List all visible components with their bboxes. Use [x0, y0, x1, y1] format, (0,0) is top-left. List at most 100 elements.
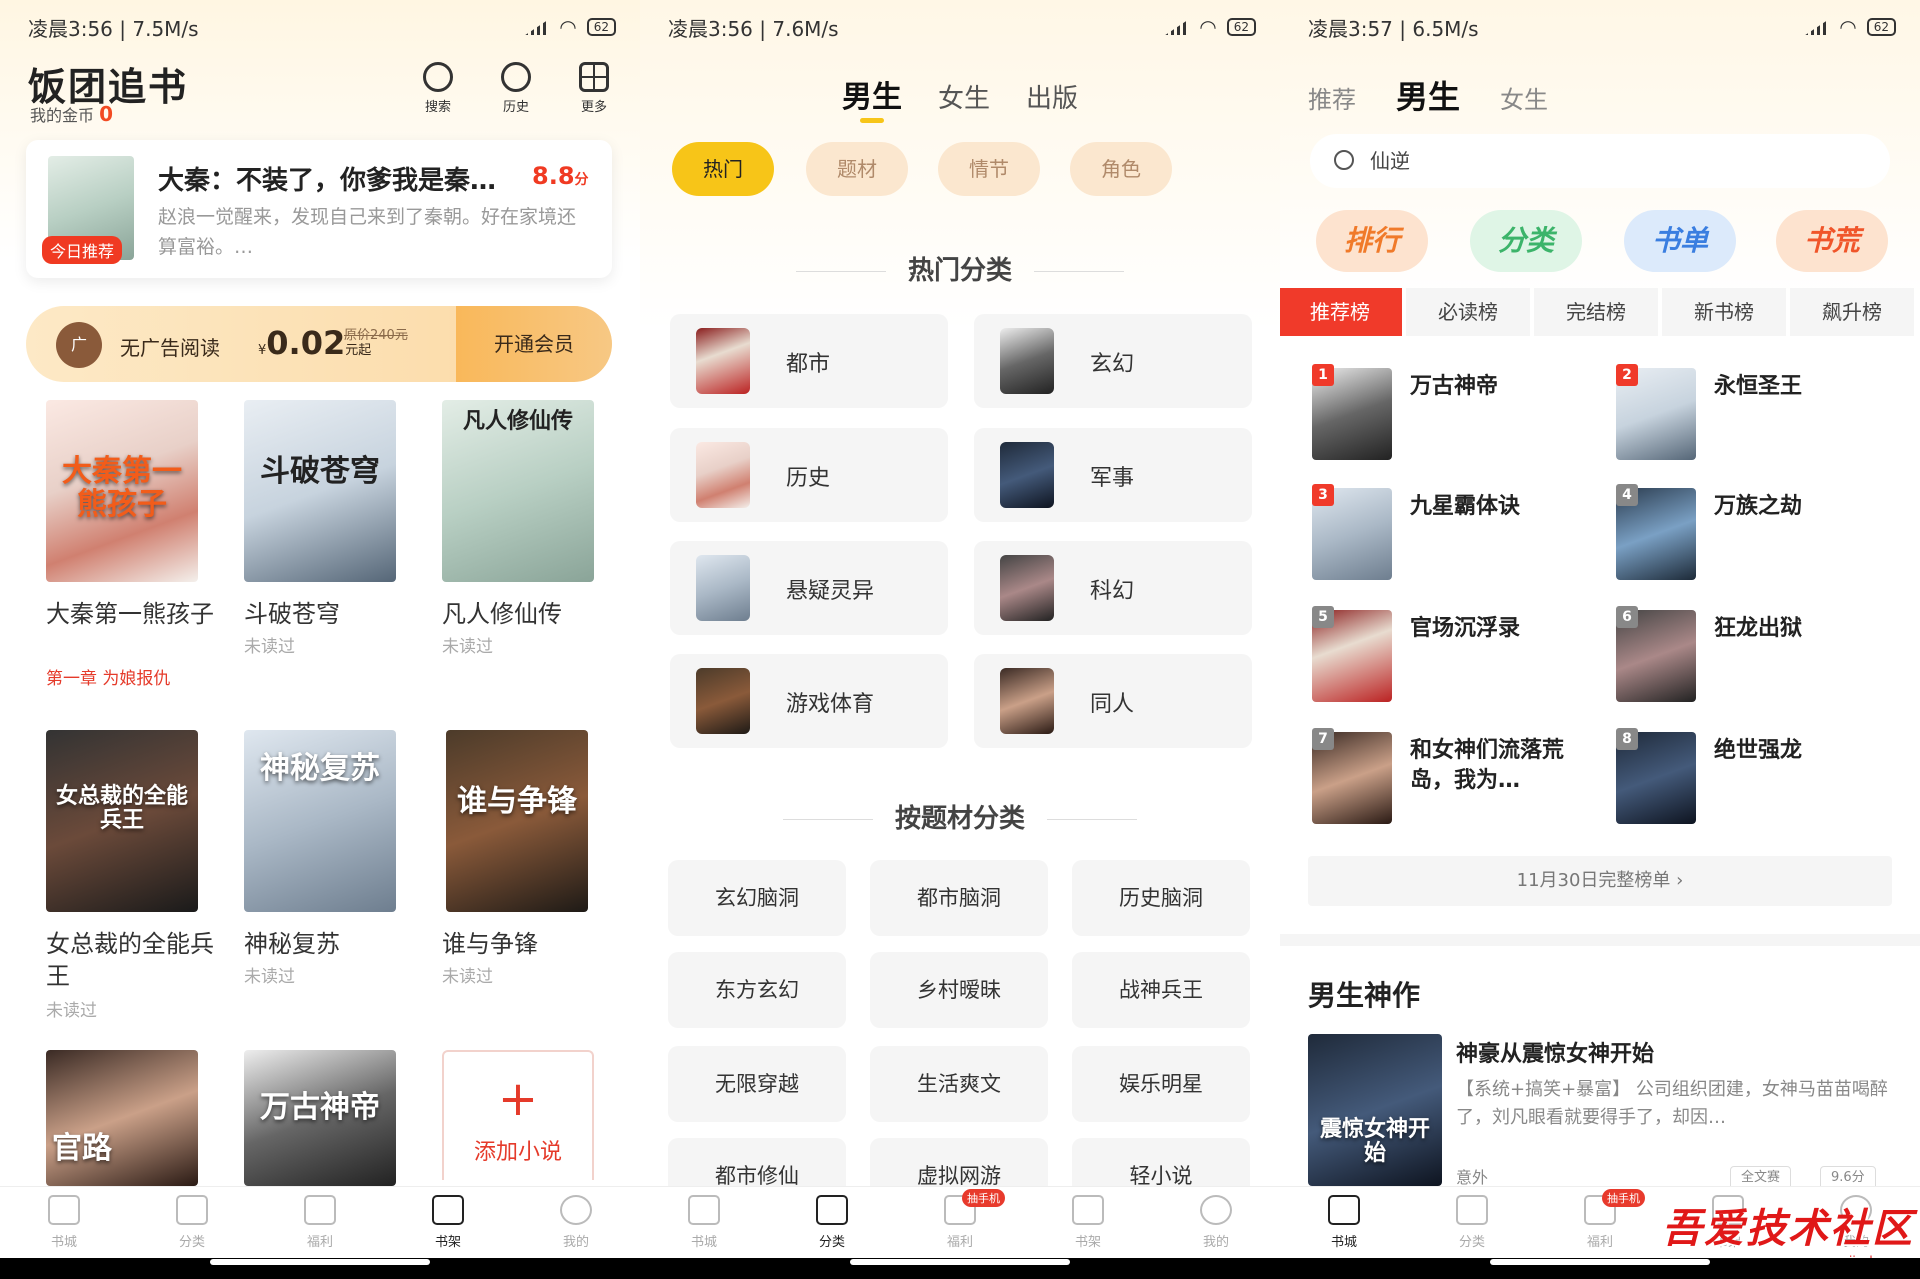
category-item[interactable]: 军事 — [974, 428, 1252, 522]
grid-icon — [1456, 1195, 1488, 1225]
filter-plot[interactable]: 情节 — [938, 142, 1040, 196]
quick-category[interactable]: 分类 — [1470, 210, 1582, 272]
masterpiece-title[interactable]: 神豪从震惊女神开始 — [1456, 1036, 1654, 1068]
rank-item[interactable]: 3 九星霸体诀 — [1312, 484, 1612, 588]
quick-rank[interactable]: 排行 — [1316, 210, 1428, 272]
rank-tab-finished[interactable]: 完结榜 — [1534, 288, 1658, 336]
signal-icon — [525, 19, 550, 35]
tab-male[interactable]: 男生 — [842, 80, 902, 115]
full-rank-list-link[interactable]: 11月30日完整榜单 › — [1308, 856, 1892, 906]
topic-chip[interactable]: 生活爽文 — [870, 1046, 1048, 1122]
topic-chip[interactable]: 无限穿越 — [668, 1046, 846, 1122]
tab-publish[interactable]: 出版 — [1026, 84, 1078, 114]
rank-tab-recommend[interactable]: 推荐榜 — [1280, 288, 1402, 336]
topic-chip[interactable]: 玄幻脑洞 — [668, 860, 846, 936]
history-button[interactable]: 历史 — [492, 62, 540, 115]
rank-tab-rising[interactable]: 飙升榜 — [1790, 288, 1914, 336]
rank-item[interactable]: 2 永恒圣王 — [1616, 364, 1916, 468]
filter-topic[interactable]: 题材 — [806, 142, 908, 196]
daily-recommend-card[interactable]: 今日推荐 大秦：不装了，你爹我是秦… 8.8分 赵浪一觉醒来，发现自己来到了秦朝… — [26, 140, 612, 278]
shelf-book-title[interactable]: 斗破苍穹 — [244, 598, 414, 630]
shelf-book-cover[interactable]: 斗破苍穹 — [244, 400, 396, 582]
shelf-book-cover[interactable]: 女总裁的全能兵王 — [46, 730, 198, 912]
shelf-book-progress: 未读过 — [46, 1001, 97, 1021]
nav-category[interactable]: 分类 — [1408, 1187, 1536, 1258]
rank-tab-new[interactable]: 新书榜 — [1662, 288, 1786, 336]
open-vip-button[interactable]: 开通会员 — [456, 306, 612, 382]
rank-item[interactable]: 4 万族之劫 — [1616, 484, 1916, 588]
search-input[interactable]: 仙逆 — [1310, 134, 1890, 188]
tab-female[interactable]: 女生 — [938, 84, 990, 114]
rank-tab-must-read[interactable]: 必读榜 — [1406, 288, 1530, 336]
nav-label: 分类 — [1458, 1235, 1485, 1250]
home-indicator[interactable] — [210, 1259, 430, 1265]
nav-welfare[interactable]: 福利 抽手机 — [896, 1187, 1024, 1258]
nav-bookshelf[interactable]: 书架 — [384, 1187, 512, 1258]
topic-chip[interactable]: 都市脑洞 — [870, 860, 1048, 936]
category-item[interactable]: 玄幻 — [974, 314, 1252, 408]
rank-item[interactable]: 7 和女神们流落荒岛，我为… — [1312, 728, 1612, 832]
shelf-book-title[interactable]: 大秦第一熊孩子 — [46, 598, 216, 630]
topic-chip[interactable]: 战神兵王 — [1072, 952, 1250, 1028]
tab-recommend[interactable]: 推荐 — [1308, 86, 1356, 114]
nav-label: 分类 — [178, 1235, 205, 1250]
masterpiece-cover[interactable]: 震惊女神开始 — [1308, 1034, 1442, 1186]
coin-balance[interactable]: 我的金币 0 — [30, 102, 113, 126]
category-item[interactable]: 历史 — [670, 428, 948, 522]
nav-mine[interactable]: 我的 — [512, 1187, 640, 1258]
nav-bookstore[interactable]: 书城 — [640, 1187, 768, 1258]
tab-female[interactable]: 女生 — [1500, 86, 1548, 114]
shelf-book-title[interactable]: 神秘复苏 — [244, 928, 414, 960]
shelf-book-cover[interactable]: 凡人修仙传 — [442, 400, 594, 582]
filter-role[interactable]: 角色 — [1070, 142, 1172, 196]
add-novel-button[interactable]: + 添加小说 — [442, 1050, 594, 1180]
tab-male[interactable]: 男生 — [1396, 78, 1460, 116]
quick-book-famine[interactable]: 书荒 — [1776, 210, 1888, 272]
nav-bookshelf[interactable]: 书架 — [1024, 1187, 1152, 1258]
category-item[interactable]: 科幻 — [974, 541, 1252, 635]
category-item[interactable]: 游戏体育 — [670, 654, 948, 748]
category-label: 游戏体育 — [786, 692, 875, 717]
clock-icon — [501, 62, 531, 92]
topic-chip[interactable]: 东方玄幻 — [668, 952, 846, 1028]
shelf-book-cover[interactable]: 神秘复苏 — [244, 730, 396, 912]
topic-category-header: 按题材分类 — [640, 798, 1280, 835]
cover-text: 大秦第一熊孩子 — [62, 453, 182, 522]
rank-item[interactable]: 6 狂龙出狱 — [1616, 606, 1916, 710]
filter-hot[interactable]: 热门 — [672, 142, 774, 196]
home-indicator[interactable] — [850, 1259, 1070, 1265]
rank-item[interactable]: 5 官场沉浮录 — [1312, 606, 1612, 710]
rank-item[interactable]: 8 绝世强龙 — [1616, 728, 1916, 832]
plus-icon: + — [497, 1071, 539, 1127]
topic-chip[interactable]: 娱乐明星 — [1072, 1046, 1250, 1122]
shelf-book-cover[interactable]: 谁与争锋 — [446, 730, 588, 912]
shelf-book-title[interactable]: 女总裁的全能兵王 — [46, 928, 216, 992]
nav-welfare[interactable]: 福利 抽手机 — [1536, 1187, 1664, 1258]
topic-chip[interactable]: 乡村暧昧 — [870, 952, 1048, 1028]
shelf-book-title[interactable]: 谁与争锋 — [442, 928, 612, 960]
category-item[interactable]: 悬疑灵异 — [670, 541, 948, 635]
shelf-book-title[interactable]: 凡人修仙传 — [442, 598, 612, 630]
topic-chip[interactable]: 历史脑洞 — [1072, 860, 1250, 936]
nav-bookstore[interactable]: 书城 — [0, 1187, 128, 1258]
more-button[interactable]: 更多 — [570, 62, 618, 115]
category-item[interactable]: 同人 — [974, 654, 1252, 748]
nav-welfare[interactable]: 福利 — [256, 1187, 384, 1258]
home-indicator[interactable] — [1490, 1259, 1710, 1265]
search-button[interactable]: 搜索 — [414, 62, 462, 115]
bottom-nav: 书城 分类 福利 书架 我的 — [0, 1186, 640, 1258]
shelf-book-cover[interactable]: 官路 — [46, 1050, 198, 1186]
nav-category[interactable]: 分类 — [768, 1187, 896, 1258]
quick-booklist[interactable]: 书单 — [1624, 210, 1736, 272]
category-thumb — [1000, 442, 1054, 508]
category-thumb — [1000, 555, 1054, 621]
category-item[interactable]: 都市 — [670, 314, 948, 408]
nav-category[interactable]: 分类 — [128, 1187, 256, 1258]
nav-mine[interactable]: 我的 — [1152, 1187, 1280, 1258]
nav-bookstore[interactable]: 书城 — [1280, 1187, 1408, 1258]
rank-item[interactable]: 1 万古神帝 — [1312, 364, 1612, 468]
vip-banner[interactable]: 广 无广告阅读 ¥0.02元起 原价240元 开通会员 — [26, 306, 612, 382]
nav-label: 我的 — [1202, 1235, 1229, 1250]
shelf-book-cover[interactable]: 大秦第一熊孩子 — [46, 400, 198, 582]
shelf-book-cover[interactable]: 万古神帝 — [244, 1050, 396, 1186]
